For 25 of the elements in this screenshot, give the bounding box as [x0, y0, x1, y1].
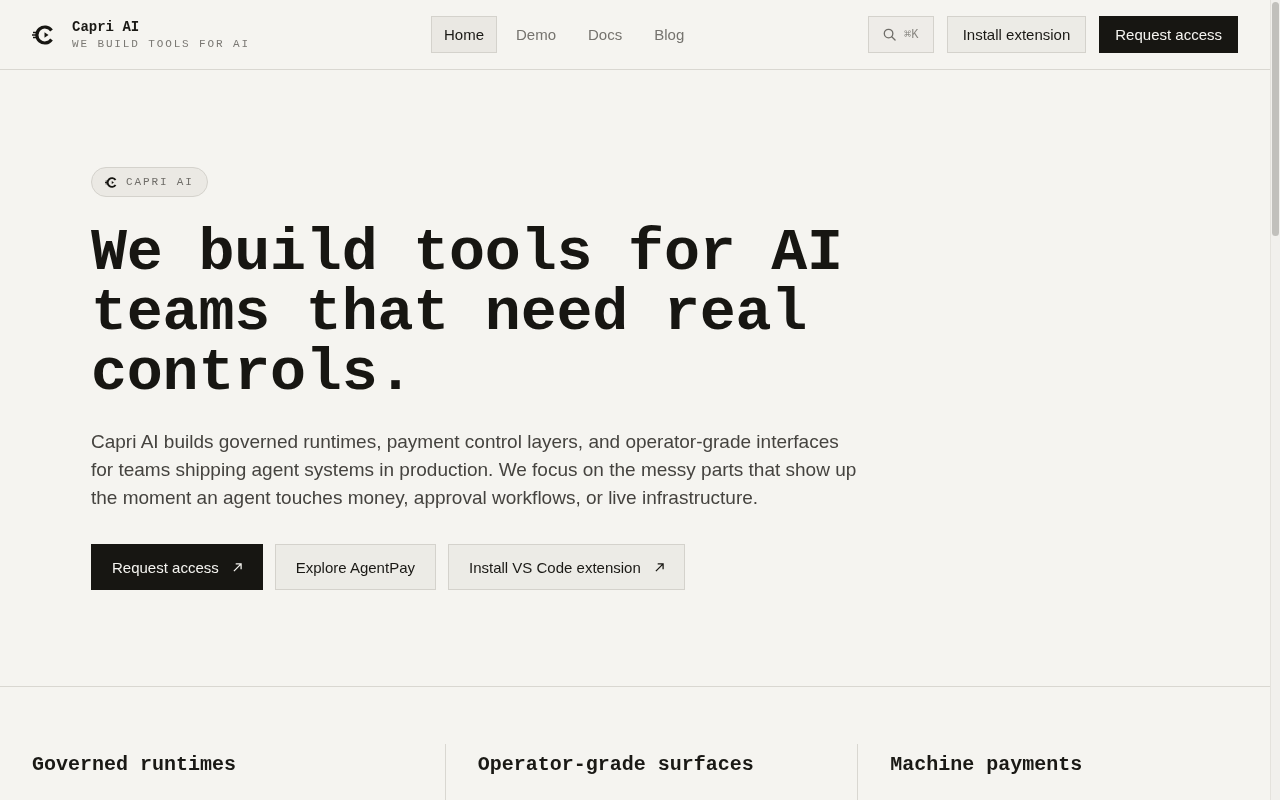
nav-link[interactable]: Home [431, 16, 497, 53]
cta-button[interactable]: Request access [91, 544, 263, 590]
request-access-button[interactable]: Request access [1099, 16, 1238, 53]
nav-link[interactable]: Docs [575, 16, 636, 53]
scrollbar-thumb[interactable] [1272, 2, 1279, 236]
feature-title: Governed runtimes [32, 752, 238, 778]
badge-label: CAPRI AI [126, 176, 194, 188]
nav-link[interactable]: Blog [641, 16, 698, 53]
cta-button[interactable]: Explore AgentPay [274, 544, 436, 590]
search-icon [882, 28, 896, 41]
install-extension-button[interactable]: Install extension [946, 16, 1087, 53]
shortcut-hint: ⌘K [903, 27, 919, 42]
arrow-up-right-icon [654, 562, 664, 572]
brand-name: Capri AI [72, 18, 141, 35]
logo-icon [32, 22, 56, 47]
feature-title: Machine payments [890, 752, 1084, 778]
scrollbar[interactable] [1270, 0, 1280, 800]
brand-tagline: WE BUILD TOOLS FOR AI [72, 37, 250, 51]
hero-description: Capri AI builds governed runtimes, payment control layers, and operator-grade interfaces for teams shipping agent systems in production. We focus on the messy parts that show up the moment an agent touches money, approval workflows, or live infrastructure. [91, 430, 858, 510]
nav-link[interactable]: Demo [503, 16, 570, 53]
hero-heading: We build tools for AI teams that need real controls. [91, 223, 844, 403]
cta-button[interactable]: Install VS Code extension [448, 544, 685, 590]
logo-icon [105, 175, 118, 189]
feature-title: Operator-grade surfaces [477, 752, 755, 778]
arrow-up-right-icon [232, 562, 242, 572]
